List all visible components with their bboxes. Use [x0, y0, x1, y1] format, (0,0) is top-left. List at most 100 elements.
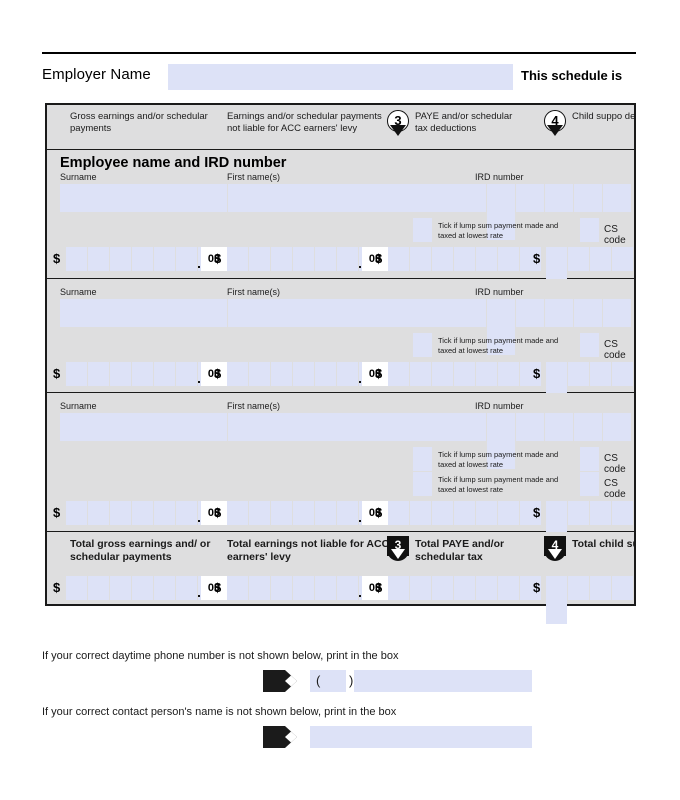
cell[interactable]	[410, 247, 431, 271]
cell[interactable]	[590, 247, 611, 271]
first-names-input[interactable]	[228, 413, 486, 441]
total-gross-earnings-field[interactable]: 00	[66, 576, 227, 600]
cell[interactable]	[315, 362, 336, 386]
cell[interactable]	[66, 247, 87, 271]
cell[interactable]	[337, 576, 358, 600]
cell[interactable]	[568, 247, 589, 271]
cs-code-input[interactable]	[580, 218, 599, 242]
cell[interactable]	[271, 576, 292, 600]
cell[interactable]	[227, 576, 248, 600]
cell[interactable]	[516, 299, 544, 327]
cell[interactable]	[546, 501, 567, 525]
cell[interactable]	[227, 247, 248, 271]
cell[interactable]	[249, 362, 270, 386]
cell[interactable]	[454, 362, 475, 386]
cell[interactable]	[154, 576, 175, 600]
cell[interactable]	[432, 576, 453, 600]
cell[interactable]	[388, 362, 409, 386]
cell[interactable]	[476, 247, 497, 271]
ird-number-field[interactable]	[487, 184, 634, 240]
cell[interactable]	[454, 576, 475, 600]
cell[interactable]	[88, 247, 109, 271]
cell[interactable]	[249, 501, 270, 525]
cell[interactable]	[293, 247, 314, 271]
paye-deductions-field[interactable]	[388, 247, 542, 271]
cell[interactable]	[603, 413, 631, 441]
earnings-not-liable-field[interactable]: 00	[227, 501, 388, 525]
cs-code-input[interactable]	[580, 333, 599, 357]
cell[interactable]	[271, 247, 292, 271]
cell[interactable]	[410, 501, 431, 525]
cell[interactable]	[271, 501, 292, 525]
cell[interactable]	[315, 247, 336, 271]
cell[interactable]	[545, 299, 573, 327]
lump-sum-tick-checkbox[interactable]	[413, 333, 432, 357]
cell[interactable]	[154, 247, 175, 271]
cell[interactable]	[546, 600, 567, 624]
cell[interactable]	[568, 576, 589, 600]
phone-number-input[interactable]	[310, 670, 532, 692]
child-support-deductions-field[interactable]	[546, 501, 634, 549]
gross-earnings-field[interactable]: 00	[66, 501, 227, 525]
first-names-input[interactable]	[228, 299, 486, 327]
cell[interactable]	[293, 576, 314, 600]
cell[interactable]	[574, 413, 602, 441]
cell[interactable]	[176, 247, 197, 271]
cell[interactable]	[590, 501, 611, 525]
cell[interactable]	[66, 576, 87, 600]
cell[interactable]	[476, 362, 497, 386]
cell[interactable]	[132, 501, 153, 525]
cell[interactable]	[590, 362, 611, 386]
cell[interactable]	[612, 576, 633, 600]
cell[interactable]	[176, 501, 197, 525]
cell[interactable]	[612, 247, 633, 271]
total-paye-field[interactable]	[388, 576, 542, 600]
cell[interactable]	[498, 247, 519, 271]
total-earnings-not-liable-field[interactable]: 00	[227, 576, 388, 600]
cell[interactable]	[410, 576, 431, 600]
cell[interactable]	[271, 362, 292, 386]
cell[interactable]	[88, 501, 109, 525]
cell[interactable]	[603, 299, 631, 327]
cell[interactable]	[176, 576, 197, 600]
cell[interactable]	[498, 362, 519, 386]
cell[interactable]	[603, 184, 631, 212]
cell[interactable]	[487, 299, 515, 327]
cell[interactable]	[388, 247, 409, 271]
gross-earnings-field[interactable]: 00	[66, 362, 227, 386]
cell[interactable]	[498, 501, 519, 525]
cell[interactable]	[293, 362, 314, 386]
lump-sum-tick-checkbox[interactable]	[413, 472, 432, 496]
cell[interactable]	[293, 501, 314, 525]
cell[interactable]	[546, 362, 567, 386]
cell[interactable]	[154, 501, 175, 525]
cs-code-input[interactable]	[580, 447, 599, 471]
cell[interactable]	[432, 247, 453, 271]
cell[interactable]	[110, 362, 131, 386]
cell[interactable]	[590, 576, 611, 600]
cell[interactable]	[498, 576, 519, 600]
cell[interactable]	[315, 576, 336, 600]
cell[interactable]	[487, 413, 515, 441]
gross-earnings-field[interactable]: 00	[66, 247, 227, 271]
cell[interactable]	[546, 247, 567, 271]
surname-input[interactable]	[60, 413, 227, 441]
cell[interactable]	[66, 501, 87, 525]
cell[interactable]	[432, 501, 453, 525]
first-names-input[interactable]	[228, 184, 486, 212]
cell[interactable]	[249, 576, 270, 600]
ird-number-field[interactable]	[487, 413, 634, 469]
cell[interactable]	[88, 576, 109, 600]
cell[interactable]	[476, 501, 497, 525]
cell[interactable]	[227, 501, 248, 525]
cell[interactable]	[574, 184, 602, 212]
surname-input[interactable]	[60, 184, 227, 212]
cell[interactable]	[132, 576, 153, 600]
cell[interactable]	[66, 362, 87, 386]
cell[interactable]	[454, 247, 475, 271]
cell[interactable]	[337, 247, 358, 271]
cell[interactable]	[388, 501, 409, 525]
cell[interactable]	[546, 576, 567, 600]
cell[interactable]	[574, 299, 602, 327]
paye-deductions-field[interactable]	[388, 362, 542, 386]
